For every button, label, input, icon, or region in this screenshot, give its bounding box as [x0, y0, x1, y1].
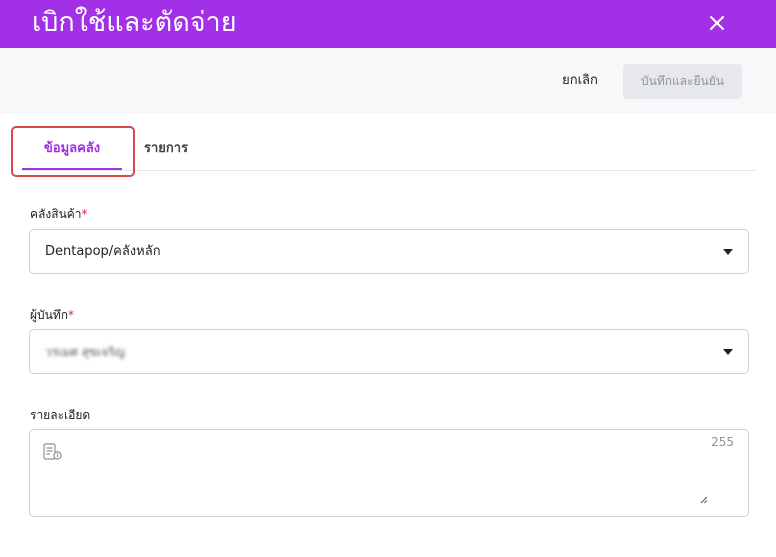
- recorder-label: ผู้บันทึก*: [30, 307, 74, 323]
- recorder-select[interactable]: วรเมศ สุขเจริญ: [29, 329, 749, 374]
- modal-header: เบิกใช้และตัดจ่าย: [0, 0, 776, 48]
- modal-title: เบิกใช้และตัดจ่าย: [32, 7, 237, 38]
- warehouse-label-text: คลังสินค้า: [30, 207, 82, 221]
- document-info-icon: [43, 443, 62, 460]
- chevron-down-icon: [723, 349, 733, 355]
- tab-warehouse-info[interactable]: ข้อมูลคลัง: [22, 139, 122, 159]
- details-textarea[interactable]: 255: [29, 429, 749, 517]
- active-tab-underline: [22, 168, 122, 170]
- recorder-select-value: วรเมศ สุขเจริญ: [45, 345, 125, 359]
- resize-handle-icon[interactable]: [700, 496, 708, 504]
- details-label: รายละเอียด: [30, 408, 91, 422]
- required-mark: *: [68, 308, 75, 322]
- chevron-down-icon: [723, 249, 733, 255]
- close-icon: [710, 16, 724, 30]
- save-confirm-button[interactable]: บันทึกและยืนยัน: [623, 64, 742, 99]
- required-mark: *: [81, 207, 88, 221]
- warehouse-select[interactable]: Dentapop/คลังหลัก: [29, 229, 749, 274]
- character-counter: 255: [711, 435, 734, 449]
- warehouse-label: คลังสินค้า*: [30, 206, 88, 222]
- tab-items[interactable]: รายการ: [144, 139, 188, 159]
- recorder-label-text: ผู้บันทึก: [30, 308, 69, 322]
- cancel-button[interactable]: ยกเลิก: [548, 64, 612, 98]
- warehouse-select-value: Dentapop/คลังหลัก: [45, 244, 161, 259]
- close-button[interactable]: [700, 6, 734, 40]
